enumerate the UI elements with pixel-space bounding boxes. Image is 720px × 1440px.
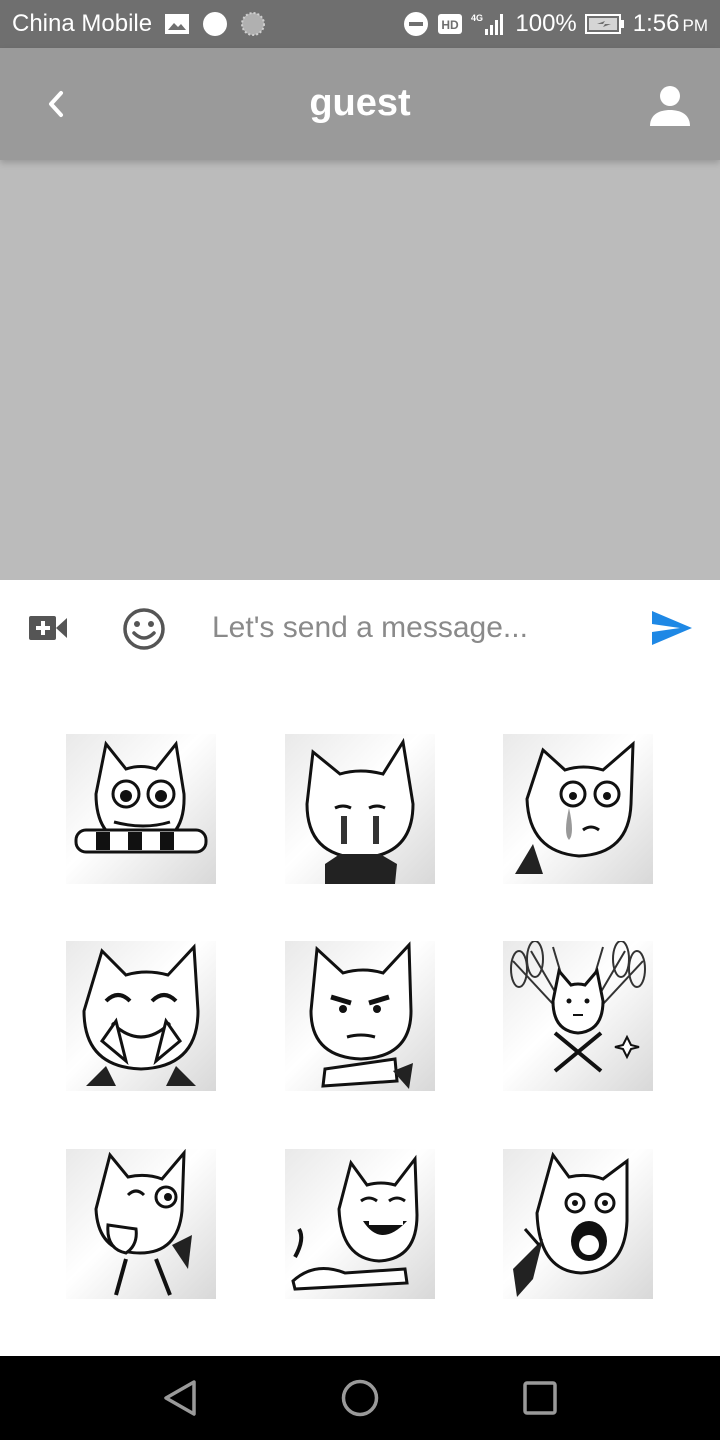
svg-text:HD: HD — [442, 18, 460, 32]
nav-recents-button[interactable] — [516, 1374, 564, 1422]
app-bar: guest — [0, 48, 720, 160]
back-triangle-icon — [164, 1380, 196, 1416]
message-composer — [0, 580, 720, 676]
status-bar: China Mobile HD 4G 100% 1:56 PM — [0, 0, 720, 48]
dnd-icon — [403, 11, 429, 37]
person-icon — [650, 86, 690, 126]
video-add-icon — [29, 616, 67, 640]
status-right: HD 4G 100% 1:56 PM — [403, 10, 708, 38]
system-nav-bar — [0, 1356, 720, 1440]
status-time: 1:56 PM — [633, 10, 708, 38]
page-title: guest — [309, 82, 411, 124]
send-button[interactable] — [648, 606, 696, 650]
sticker-cat-crying-quiet[interactable] — [285, 734, 435, 884]
emoji-icon — [123, 608, 165, 650]
sticker-cat-peacock[interactable] — [503, 941, 653, 1091]
message-input[interactable] — [212, 602, 612, 654]
sticker-cat-lounging[interactable] — [285, 1149, 435, 1299]
nav-back-button[interactable] — [156, 1374, 204, 1422]
signal-icon: 4G — [471, 11, 507, 37]
sticker-grid — [0, 676, 720, 1356]
sticker-cat-giggling[interactable] — [66, 941, 216, 1091]
nav-home-button[interactable] — [336, 1374, 384, 1422]
video-call-button[interactable] — [26, 606, 70, 650]
carrier-label: China Mobile — [12, 10, 153, 37]
network-label: 4G — [471, 13, 483, 23]
hd-icon: HD — [437, 13, 463, 35]
loading-icon — [240, 11, 266, 37]
circle-icon — [202, 11, 228, 37]
recents-square-icon — [523, 1381, 557, 1415]
sticker-cat-tongue[interactable] — [66, 1149, 216, 1299]
sticker-cat-screaming[interactable] — [503, 1149, 653, 1299]
sticker-cat-arms-crossed[interactable] — [285, 941, 435, 1091]
message-list[interactable] — [0, 160, 720, 580]
sticker-cat-biting[interactable] — [66, 734, 216, 884]
time-suffix: PM — [682, 16, 709, 35]
image-icon — [164, 13, 190, 35]
battery-icon — [584, 13, 625, 35]
send-icon — [652, 611, 692, 645]
emoji-button[interactable] — [120, 605, 168, 653]
status-left: China Mobile — [12, 10, 266, 38]
home-circle-icon — [341, 1379, 379, 1417]
sticker-cat-teary[interactable] — [503, 734, 653, 884]
time-value: 1:56 — [632, 10, 680, 37]
battery-percent: 100% — [515, 10, 577, 37]
profile-button[interactable] — [642, 78, 698, 134]
